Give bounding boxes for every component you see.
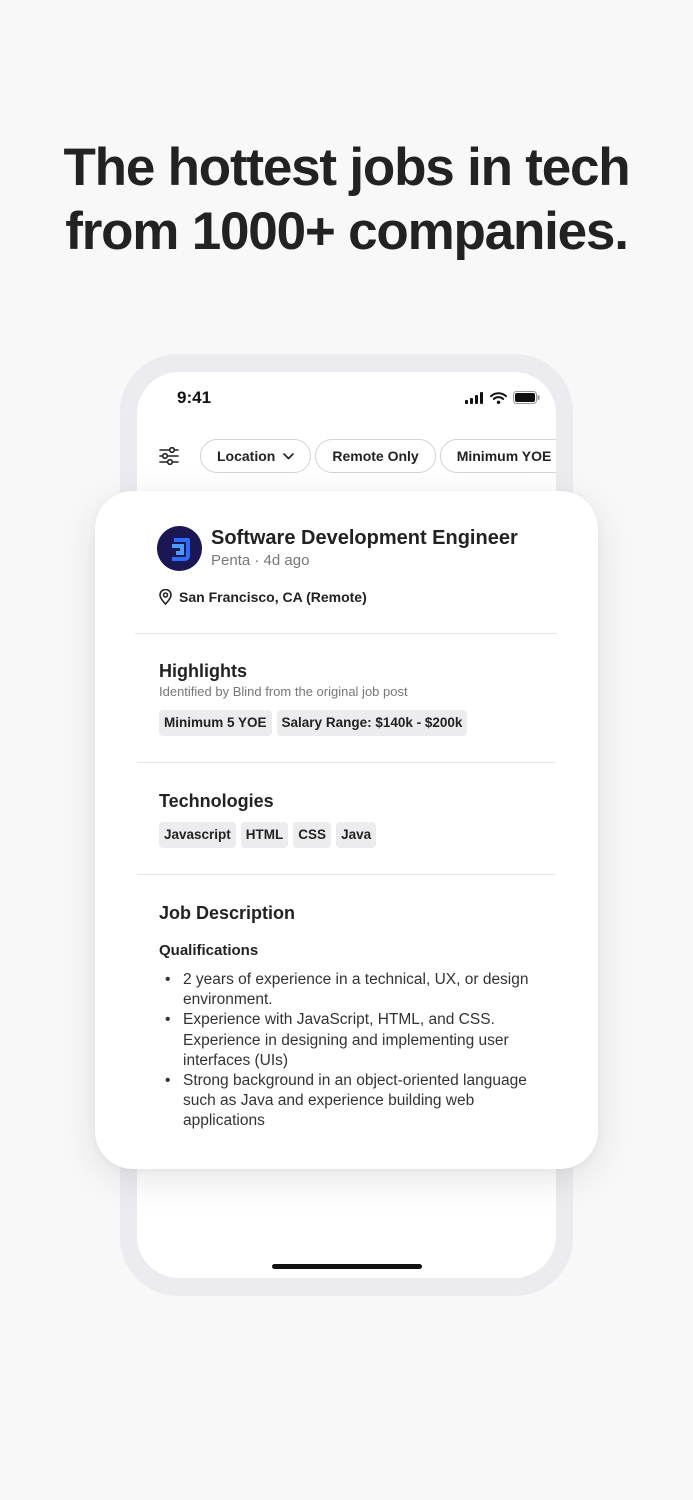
chip-minimum-yoe-label: Minimum YOE xyxy=(456,448,552,464)
highlights-tags: Minimum 5 YOE Salary Range: $140k - $200… xyxy=(159,710,468,736)
chip-remote-only-label: Remote Only xyxy=(332,448,419,464)
technologies-tags: Javascript HTML CSS Java xyxy=(159,822,377,848)
headline-line-2: from 1000+ companies. xyxy=(65,202,629,261)
job-location: San Francisco, CA (Remote) xyxy=(159,589,367,605)
job-title[interactable]: Software Development Engineer xyxy=(211,526,518,550)
tag-css: CSS xyxy=(293,822,332,848)
battery-icon xyxy=(513,391,540,409)
headline-line-1: The hottest jobs in tech xyxy=(63,138,630,197)
tag-salary-range: Salary Range: $140k - $200k xyxy=(276,710,468,736)
highlights-subtitle: Identified by Blind from the original jo… xyxy=(159,684,408,699)
job-card[interactable]: Software Development Engineer Penta · 4d… xyxy=(95,491,598,1169)
qualifications-title: Qualifications xyxy=(159,942,259,959)
chip-location-label: Location xyxy=(217,448,276,464)
company-logo xyxy=(157,526,202,571)
status-time: 9:41 xyxy=(177,388,212,407)
tag-html: HTML xyxy=(240,822,289,848)
divider xyxy=(137,762,555,763)
chip-minimum-yoe[interactable]: Minimum YOE xyxy=(439,439,556,473)
list-item: 2 years of experience in a technical, UX… xyxy=(165,970,545,1010)
home-indicator xyxy=(272,1264,422,1269)
headline: The hottest jobs in tech from 1000+ comp… xyxy=(0,136,693,264)
status-icons xyxy=(465,391,540,409)
location-pin-icon xyxy=(159,589,172,605)
filters-row: Location Remote Only Minimum YOE xyxy=(157,439,556,473)
highlights-title: Highlights xyxy=(159,661,247,681)
divider xyxy=(135,633,557,634)
tag-javascript: Javascript xyxy=(159,822,236,848)
chip-remote-only[interactable]: Remote Only xyxy=(315,439,436,473)
job-location-text: San Francisco, CA (Remote) xyxy=(179,589,367,605)
technologies-title: Technologies xyxy=(159,791,274,811)
list-item: Experience with JavaScript, HTML, and CS… xyxy=(165,1010,545,1071)
chevron-down-icon xyxy=(283,452,295,460)
job-company-posted: Penta · 4d ago xyxy=(211,552,310,569)
list-item: Strong background in an object-oriented … xyxy=(165,1071,545,1132)
job-header: Software Development Engineer Penta · 4d… xyxy=(157,526,518,571)
divider xyxy=(137,874,555,875)
tag-java: Java xyxy=(336,822,377,848)
sliders-icon[interactable] xyxy=(157,444,181,468)
chip-location[interactable]: Location xyxy=(200,439,312,473)
signal-icon xyxy=(465,391,484,409)
tag-min-yoe: Minimum 5 YOE xyxy=(159,710,272,736)
qualifications-list: 2 years of experience in a technical, UX… xyxy=(165,970,545,1132)
job-description-title: Job Description xyxy=(159,903,296,923)
wifi-icon xyxy=(490,391,507,409)
